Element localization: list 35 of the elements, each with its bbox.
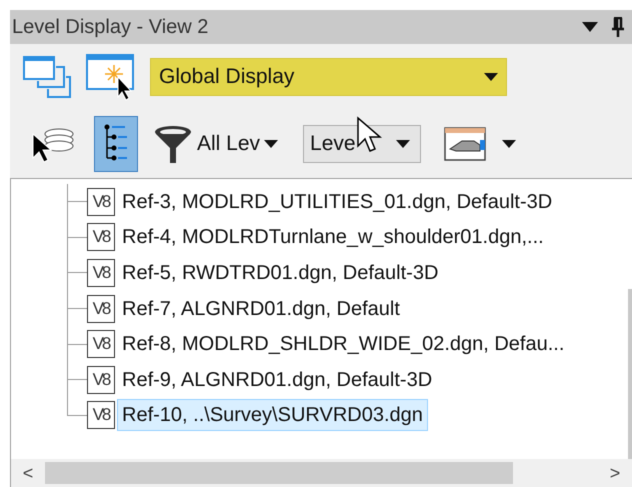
scroll-right-button[interactable]: > [598, 460, 632, 486]
tree-item[interactable]: Ref-8, MODLRD_SHLDR_WIDE_02.dgn, Defau... [117, 328, 570, 360]
tree-item[interactable]: Ref-4, MODLRDTurnlane_w_shoulder01.dgn,... [117, 221, 549, 254]
mouse-cursor-icon [356, 116, 382, 154]
caret-icon [502, 140, 516, 148]
caret-icon [396, 140, 410, 148]
horizontal-scrollbar[interactable]: < > [11, 459, 632, 487]
scrollbar-thumb[interactable] [45, 462, 513, 484]
window-title: Level Display - View 2 [11, 15, 208, 40]
file-icon: V8 [87, 294, 115, 323]
file-icon: V8 [87, 223, 115, 252]
tree-item[interactable]: Ref-7, ALGNRD01.dgn, Default [117, 292, 405, 325]
toolbar-button[interactable] [94, 116, 138, 172]
caret-icon [264, 140, 278, 148]
hand-display-icon [444, 127, 488, 161]
tree-item[interactable]: Ref-9, ALGNRD01.dgn, Default-3D [117, 364, 438, 396]
windows-icon[interactable] [22, 55, 72, 99]
tree-item[interactable]: Ref-5, RWDTRD01.dgn, Default-3D [117, 256, 444, 289]
file-icon: V8 [87, 366, 115, 394]
new-window-icon[interactable] [86, 53, 136, 101]
file-icon: V8 [87, 401, 115, 430]
tree-item[interactable]: Ref-3, MODLRD_UTILITIES_01.dgn, Default-3D [117, 186, 558, 218]
file-icon: V8 [87, 330, 115, 358]
filter-icon [153, 124, 193, 164]
tree-item[interactable]: Ref-10, ..\Survey\SURVRD03.dgn [117, 399, 428, 432]
dropdown-value: Global Display [159, 64, 294, 90]
display-dropdown[interactable]: Global Display [150, 58, 507, 96]
dropdown-arrow-icon[interactable] [582, 22, 598, 32]
vertical-scrollbar[interactable] [628, 289, 632, 459]
file-icon: V8 [87, 188, 115, 216]
caret-icon [484, 73, 498, 81]
pin-icon[interactable] [612, 17, 624, 37]
scroll-left-button[interactable]: < [11, 460, 45, 486]
file-icon: V8 [87, 258, 115, 287]
filter-dropdown[interactable]: All Lev [148, 116, 282, 172]
